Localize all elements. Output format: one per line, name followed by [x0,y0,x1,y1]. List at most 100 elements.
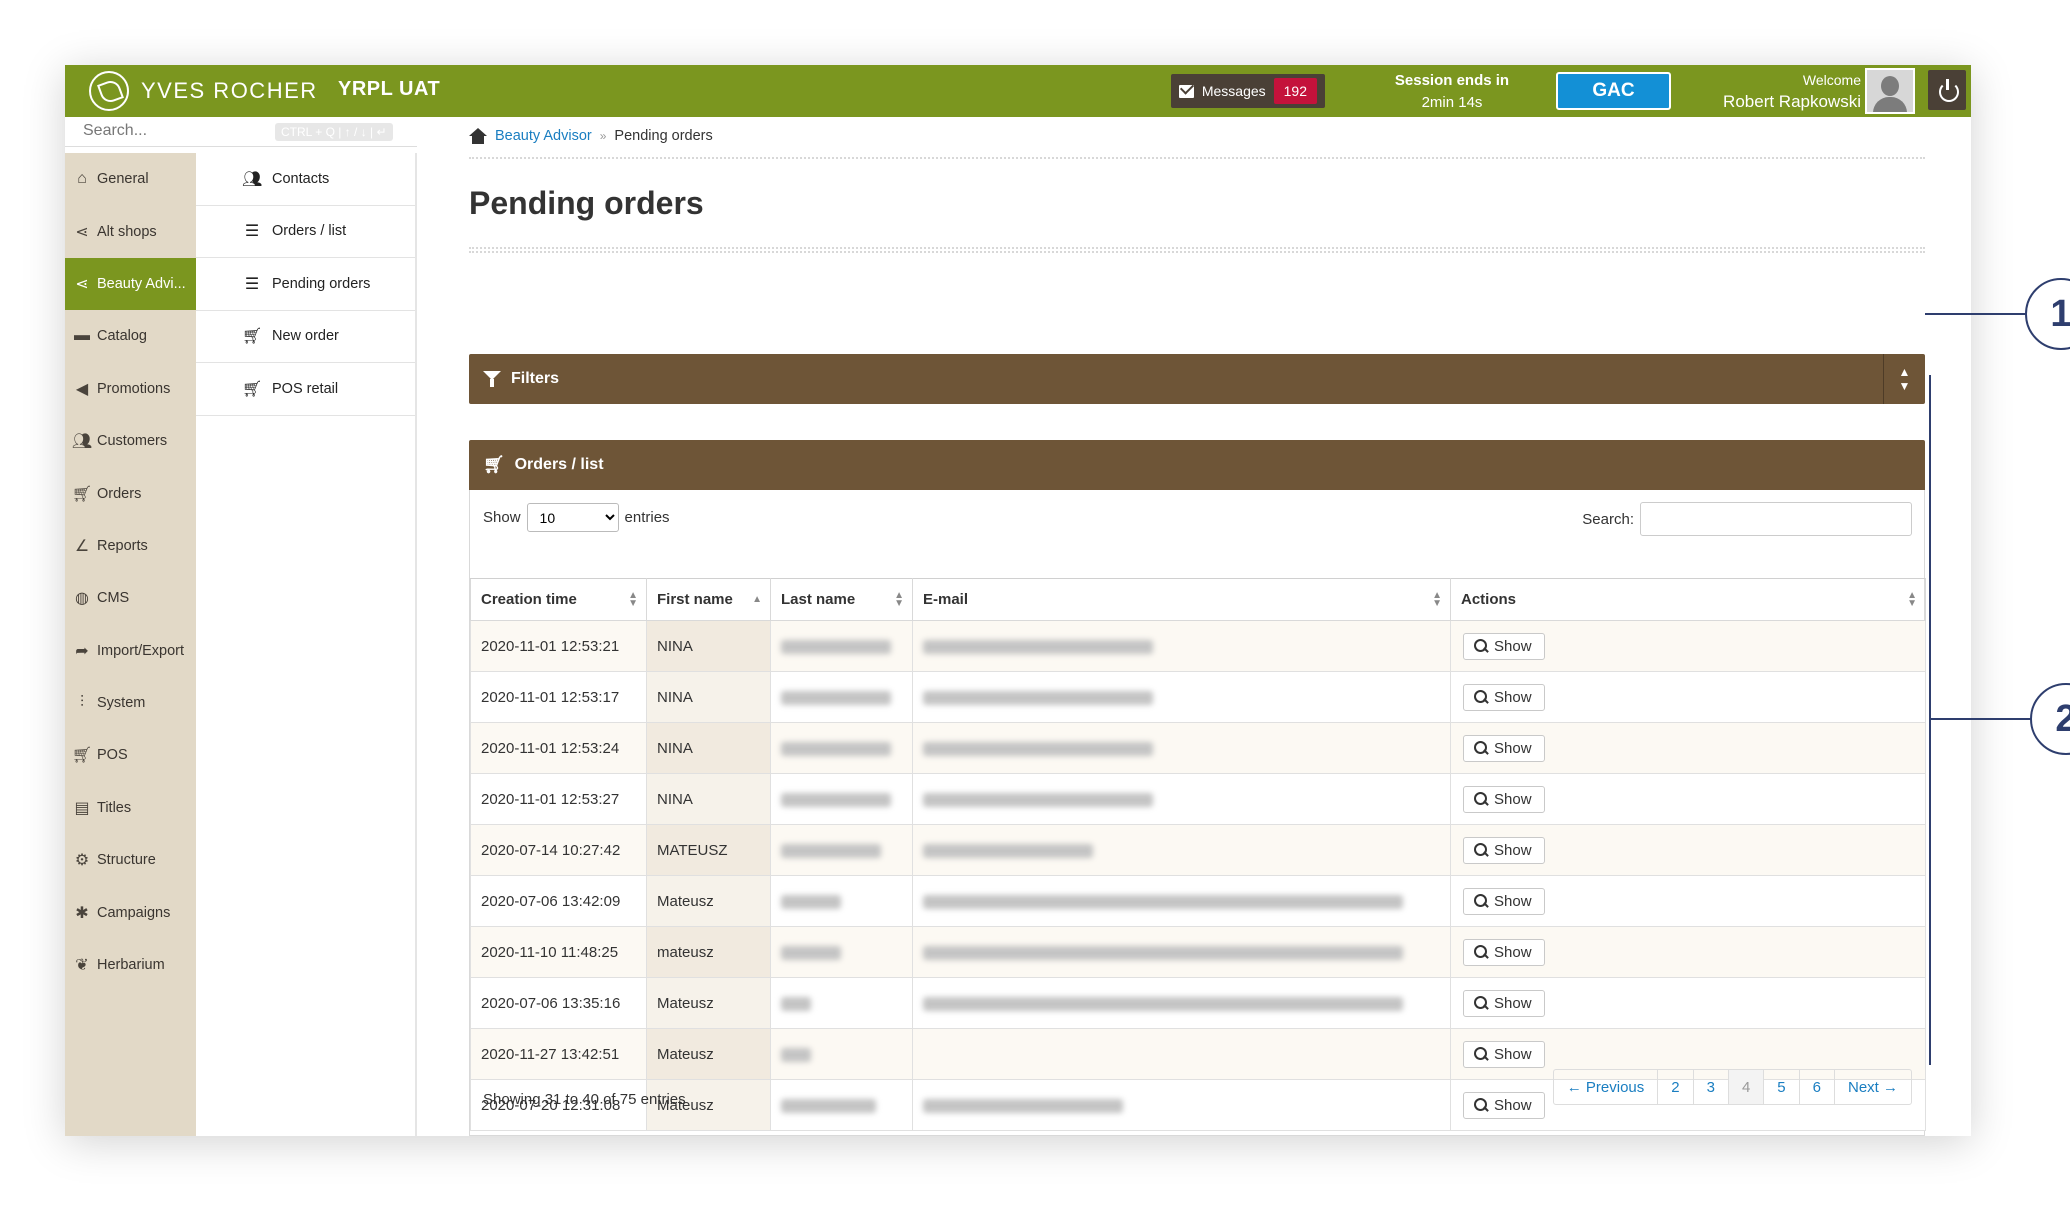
submenu-item-contacts[interactable]: 👥︎ Contacts [196,153,415,206]
redacted-text [781,1098,876,1113]
show-order-button[interactable]: Show [1463,632,1545,660]
sidebar-item-general[interactable]: ⌂ General [65,153,196,205]
column-header-actions[interactable]: Actions ▲ ▼ [1450,578,1926,621]
sidebar-item-customers[interactable]: 👥︎ Customers [65,415,196,467]
column-header-creation-time[interactable]: Creation time ▲ ▼ [470,578,647,621]
page-button[interactable]: 4 [1727,1070,1764,1104]
redacted-text [923,894,1403,909]
sidebar-item-herbarium[interactable]: ❦ Herbarium [65,939,196,991]
filters-panel-header[interactable]: Filters ▲ ▼ [469,354,1925,404]
show-order-button[interactable]: Show [1463,785,1545,813]
page-length-select[interactable]: 10 [526,503,619,532]
show-button-label: Show [1494,994,1532,1012]
sidebar-item-catalog[interactable]: ▬ Catalog [65,310,196,362]
column-header-email[interactable]: E-mail ▲ ▼ [912,578,1451,621]
menu-search-bar: CTRL + Q | ↑ / ↓ | ↵ [65,117,417,147]
show-button-label: Show [1494,841,1532,859]
show-order-button[interactable]: Show [1463,938,1545,966]
creation-time-cell: 2020-11-01 12:53:27 [470,773,647,825]
next-page-button[interactable]: Next → [1833,1070,1911,1104]
table-search-input[interactable] [1640,502,1912,536]
show-order-button[interactable]: Show [1463,1040,1545,1068]
previous-page-button[interactable]: ← Previous [1554,1070,1658,1104]
user-name[interactable]: Robert Rapkowski [1685,91,1861,112]
submenu-item-new-order[interactable]: 🛒︎ New order [196,311,415,363]
search-icon [1474,843,1488,857]
sidebar-item-beauty-advi[interactable]: ⋖ Beauty Advi... [65,257,196,311]
redacted-text [923,996,1403,1011]
first-name-cell: NINA [646,671,771,723]
column-header-label: Last name [781,591,856,608]
sidebar-item-promotions[interactable]: ◀ Promotions [65,363,196,415]
email-cell [912,671,1451,723]
page-button[interactable]: 2 [1657,1070,1692,1104]
last-name-cell [770,620,913,672]
submenu-item-pos-retail[interactable]: 🛒︎ POS retail [196,363,415,416]
brand-logo[interactable]: YVES ROCHER [89,71,318,111]
users-icon: 👥︎ [242,170,263,188]
show-order-button[interactable]: Show [1463,989,1545,1017]
leaf-icon: ❦ [75,957,89,975]
breadcrumb-link-beauty-advisor[interactable]: Beauty Advisor [495,128,592,144]
show-order-button[interactable]: Show [1463,836,1545,864]
last-name-cell [770,875,913,927]
envelope-icon [1179,84,1194,98]
table-row: 2020-11-01 12:53:21 NINA Show [470,620,1926,672]
sidebar-item-titles[interactable]: ▤ Titles [65,782,196,834]
first-name-cell: NINA [646,620,771,672]
gac-button[interactable]: GAC [1556,72,1671,110]
orders-panel-header: 🛒︎ Orders / list [469,440,1925,490]
sidebar-item-import-export[interactable]: ➦ Import/Export [65,625,196,677]
sliders-icon: ⫶ [79,694,84,712]
divider [469,251,1925,253]
top-header: YVES ROCHER YRPL UAT Messages 192 Sessio… [65,65,1971,117]
show-button-label: Show [1494,943,1532,961]
sidebar-item-cms[interactable]: ◍ CMS [65,572,196,624]
avatar[interactable] [1865,68,1915,114]
page-title: Pending orders [469,185,704,221]
submenu-item-label: Orders / list [272,223,347,240]
sidebar-item-structure[interactable]: ⚙ Structure [65,834,196,886]
submenu-item-pending-orders[interactable]: ☰ Pending orders [196,258,415,311]
messages-button[interactable]: Messages 192 [1171,74,1325,108]
submenu-item-orders-list[interactable]: ☰ Orders / list [196,206,415,258]
cart-icon: 🛒︎ [242,380,263,398]
list-icon: ☰ [244,275,260,293]
menu-search-input[interactable] [83,117,263,145]
creation-time-cell: 2020-11-27 13:42:51 [470,1028,647,1080]
page-button[interactable]: 3 [1692,1070,1728,1104]
logout-power-icon[interactable] [1928,70,1966,110]
last-name-cell [770,926,913,978]
column-header-last-name[interactable]: Last name ▲ ▼ [770,578,913,621]
last-name-cell [770,977,913,1029]
sidebar-item-label: Structure [97,852,156,869]
show-order-button[interactable]: Show [1463,734,1545,762]
sidebar-item-orders[interactable]: 🛒︎ Orders [65,467,196,519]
sidebar-item-pos[interactable]: 🛒︎ POS [65,729,196,781]
column-header-first-name[interactable]: First name ▲ [646,578,771,621]
cart-icon: 🛒︎ [71,747,93,765]
page-button[interactable]: 5 [1763,1070,1798,1104]
sidebar-item-label: Promotions [97,380,171,397]
sidebar-item-system[interactable]: ⫶ System [65,677,196,729]
column-header-label: First name [657,591,733,608]
sidebar-item-alt-shops[interactable]: ⋖ Alt shops [65,205,196,257]
sidebar-item-label: Herbarium [97,957,165,974]
redacted-text [923,945,1403,960]
search-icon [1474,741,1488,755]
redacted-text [923,843,1093,858]
show-order-button[interactable]: Show [1463,683,1545,711]
show-order-button[interactable]: Show [1463,1091,1545,1119]
search-icon [1474,639,1488,653]
entries-label: entries [624,509,670,526]
show-button-label: Show [1494,739,1532,757]
collapse-toggle-icon[interactable]: ▲ ▼ [1883,354,1925,404]
email-cell [912,1028,1451,1080]
sidebar-item-reports[interactable]: ∠ Reports [65,520,196,572]
show-order-button[interactable]: Show [1463,887,1545,915]
sidebar-item-campaigns[interactable]: ✱ Campaigns [65,886,196,938]
page-button[interactable]: 6 [1798,1070,1834,1104]
breadcrumb-current: Pending orders [614,128,713,144]
home-icon[interactable] [469,128,487,144]
sidebar-item-label: POS [97,747,128,764]
